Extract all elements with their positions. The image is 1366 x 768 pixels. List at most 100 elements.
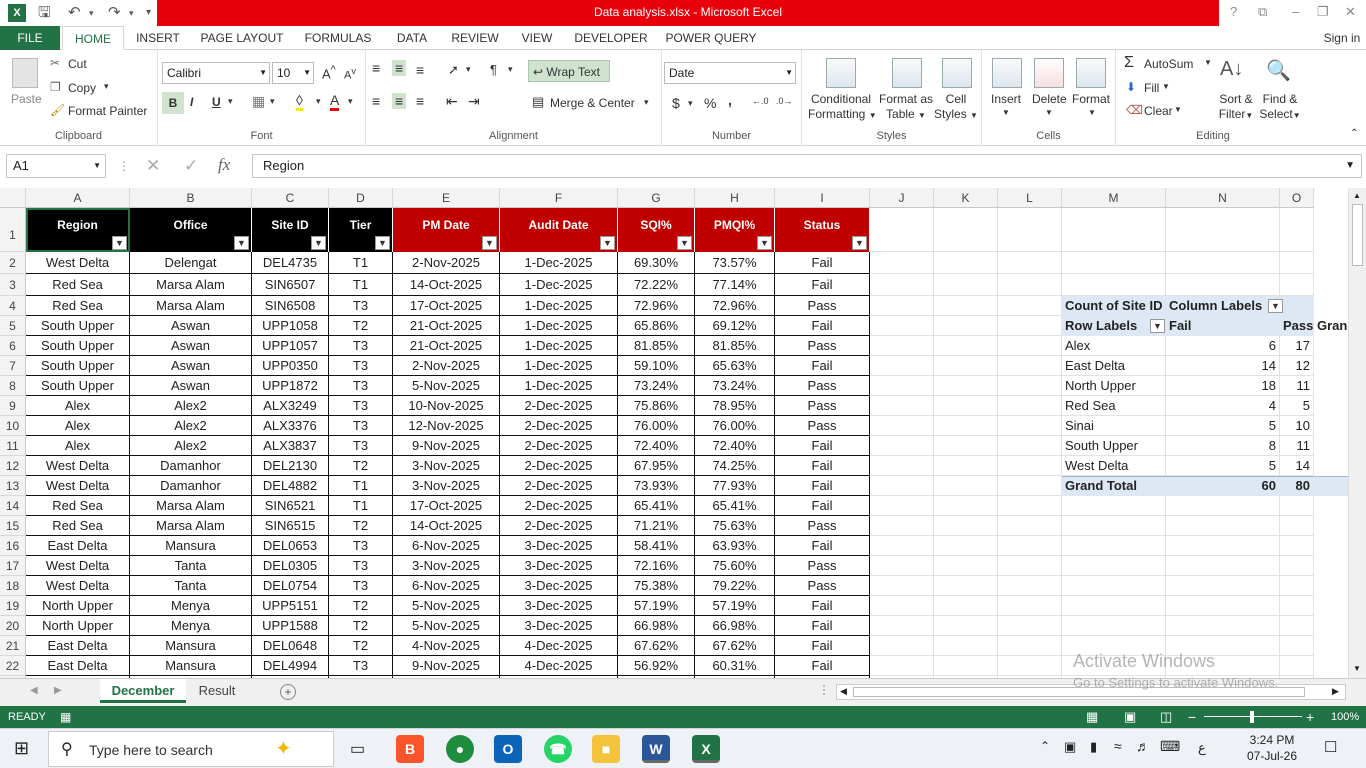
- table-cell[interactable]: Alex: [26, 436, 130, 456]
- table-cell[interactable]: 6-Nov-2025: [393, 576, 500, 596]
- row-header[interactable]: 14: [0, 496, 26, 516]
- table-cell[interactable]: 74.25%: [695, 456, 775, 476]
- grid-cell[interactable]: [998, 396, 1062, 416]
- clear-button[interactable]: Clear: [1144, 104, 1173, 118]
- formula-input[interactable]: Region ▼: [252, 154, 1362, 178]
- close-icon[interactable]: ✕: [1345, 3, 1356, 21]
- grid-cell[interactable]: [998, 516, 1062, 536]
- table-cell[interactable]: Fail: [775, 496, 870, 516]
- filter-dropdown-icon[interactable]: ▼: [600, 236, 615, 250]
- grid-cell[interactable]: [870, 316, 934, 336]
- table-cell[interactable]: 3-Dec-2025: [500, 556, 618, 576]
- table-cell[interactable]: 72.40%: [695, 436, 775, 456]
- filter-dropdown-icon[interactable]: ▼: [482, 236, 497, 250]
- grid-cell[interactable]: [870, 274, 934, 296]
- grid-cell[interactable]: [870, 376, 934, 396]
- table-cell[interactable]: West Delta: [26, 476, 130, 496]
- battery-icon[interactable]: ▮: [1090, 739, 1097, 755]
- row-header[interactable]: 22: [0, 656, 26, 676]
- grid-cell[interactable]: [998, 336, 1062, 356]
- table-cell[interactable]: 3-Nov-2025: [393, 476, 500, 496]
- table-cell[interactable]: 79.22%: [695, 576, 775, 596]
- table-cell[interactable]: 77.93%: [695, 476, 775, 496]
- grid-cell[interactable]: [870, 456, 934, 476]
- table-cell[interactable]: West Delta: [26, 252, 130, 274]
- table-cell[interactable]: 78.95%: [695, 396, 775, 416]
- column-header[interactable]: I: [775, 188, 870, 208]
- insert-cells-button[interactable]: Insert: [991, 92, 1021, 106]
- grid-cell[interactable]: [998, 536, 1062, 556]
- tab-formulas[interactable]: FORMULAS: [300, 26, 376, 50]
- table-cell[interactable]: T1: [329, 476, 393, 496]
- column-header[interactable]: D: [329, 188, 393, 208]
- grid-cell[interactable]: [934, 274, 998, 296]
- table-cell[interactable]: 9-Nov-2025: [393, 436, 500, 456]
- customize-toolbar-icon[interactable]: ▾: [146, 3, 151, 23]
- row-header[interactable]: 19: [0, 596, 26, 616]
- chrome-icon[interactable]: ●: [446, 735, 474, 763]
- pivot-grand-total-fail[interactable]: 60: [1166, 476, 1280, 496]
- grid-cell[interactable]: [998, 656, 1062, 676]
- table-cell[interactable]: 81.85%: [695, 336, 775, 356]
- row-header[interactable]: 11: [0, 436, 26, 456]
- table-cell[interactable]: Red Sea: [26, 296, 130, 316]
- sheet-tab-result[interactable]: Result: [190, 679, 244, 703]
- table-cell[interactable]: Pass: [775, 296, 870, 316]
- grid-cell[interactable]: [998, 636, 1062, 656]
- decrease-decimal-icon[interactable]: .0→: [776, 96, 793, 106]
- table-cell[interactable]: Pass: [775, 376, 870, 396]
- table-cell[interactable]: 72.40%: [618, 436, 695, 456]
- table-cell[interactable]: Fail: [775, 274, 870, 296]
- table-cell[interactable]: 66.98%: [695, 616, 775, 636]
- table-cell[interactable]: T2: [329, 636, 393, 656]
- grid-cell[interactable]: [1280, 656, 1314, 676]
- table-cell[interactable]: T3: [329, 376, 393, 396]
- grid-cell[interactable]: [870, 476, 934, 496]
- pivot-pass-count[interactable]: 14: [1280, 456, 1314, 476]
- table-cell[interactable]: T1: [329, 252, 393, 274]
- grid-cell[interactable]: [998, 496, 1062, 516]
- table-cell[interactable]: Damanhor: [130, 476, 252, 496]
- undo-icon[interactable]: ↶: [68, 3, 81, 23]
- grid-cell[interactable]: [934, 416, 998, 436]
- tab-page-layout[interactable]: PAGE LAYOUT: [196, 26, 288, 50]
- table-cell[interactable]: T3: [329, 556, 393, 576]
- merge-center-icon[interactable]: ▤: [532, 94, 544, 110]
- autosum-icon[interactable]: Σ: [1124, 54, 1134, 72]
- restore-icon[interactable]: ❐: [1317, 3, 1329, 21]
- table-cell[interactable]: 65.41%: [695, 496, 775, 516]
- find-select-button[interactable]: Find & Select▼: [1258, 92, 1302, 123]
- table-cell[interactable]: Red Sea: [26, 496, 130, 516]
- table-cell[interactable]: 65.41%: [618, 496, 695, 516]
- row-header[interactable]: 5: [0, 316, 26, 336]
- table-cell[interactable]: 73.57%: [695, 252, 775, 274]
- grid-cell[interactable]: [1280, 536, 1314, 556]
- column-labels-filter-icon[interactable]: ▼: [1268, 299, 1283, 313]
- table-cell[interactable]: Red Sea: [26, 274, 130, 296]
- grid-cell[interactable]: [870, 616, 934, 636]
- table-cell[interactable]: 3-Nov-2025: [393, 456, 500, 476]
- table-cell[interactable]: DEL0305: [252, 556, 329, 576]
- excel-app-icon[interactable]: X: [8, 4, 26, 22]
- column-header[interactable]: F: [500, 188, 618, 208]
- table-cell[interactable]: Fail: [775, 536, 870, 556]
- table-cell[interactable]: 73.93%: [618, 476, 695, 496]
- expand-formula-icon[interactable]: ▼: [1345, 155, 1355, 177]
- table-cell[interactable]: 71.21%: [618, 516, 695, 536]
- row-header[interactable]: 16: [0, 536, 26, 556]
- name-box[interactable]: A1 ▼: [6, 154, 106, 178]
- table-cell[interactable]: Alex2: [130, 436, 252, 456]
- delete-dropdown-icon[interactable]: ▼: [1045, 108, 1053, 117]
- table-cell[interactable]: 4-Dec-2025: [500, 636, 618, 656]
- table-cell[interactable]: 1-Dec-2025: [500, 376, 618, 396]
- table-cell[interactable]: DEL4735: [252, 252, 329, 274]
- table-cell[interactable]: Pass: [775, 516, 870, 536]
- grid-cell[interactable]: [998, 356, 1062, 376]
- tab-data[interactable]: DATA: [390, 26, 434, 50]
- table-cell[interactable]: UPP1057: [252, 336, 329, 356]
- table-cell[interactable]: 14-Oct-2025: [393, 274, 500, 296]
- pivot-row-label[interactable]: Sinai: [1062, 416, 1166, 436]
- grid-cell[interactable]: [1166, 596, 1280, 616]
- show-hidden-icons[interactable]: ⌃: [1040, 739, 1050, 753]
- scroll-left-icon[interactable]: ◀: [840, 686, 847, 697]
